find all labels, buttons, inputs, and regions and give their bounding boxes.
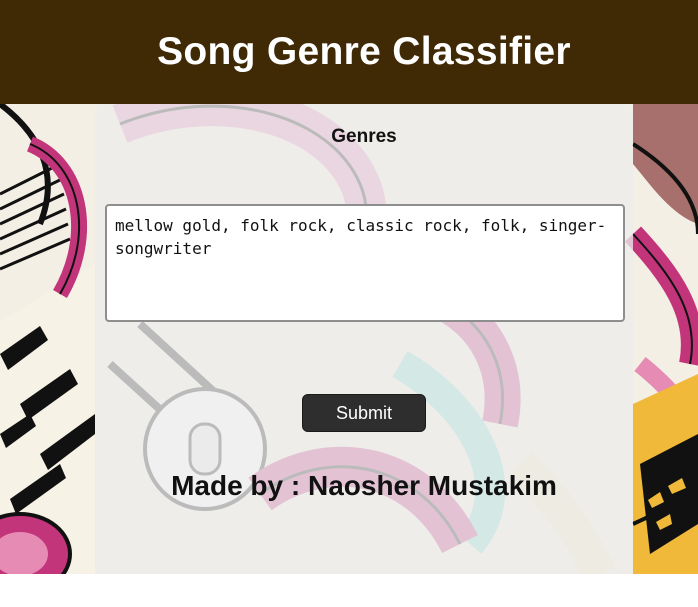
form-panel: Genres mellow gold, folk rock, classic r… [95,104,633,574]
page-title: Song Genre Classifier [157,30,571,73]
credit-text: Made by : Naosher Mustakim [171,470,557,501]
genres-input[interactable]: mellow gold, folk rock, classic rock, fo… [105,204,625,322]
genres-label: Genres [331,126,397,147]
submit-button[interactable]: Submit [302,394,426,432]
app-header: Song Genre Classifier [0,0,698,104]
